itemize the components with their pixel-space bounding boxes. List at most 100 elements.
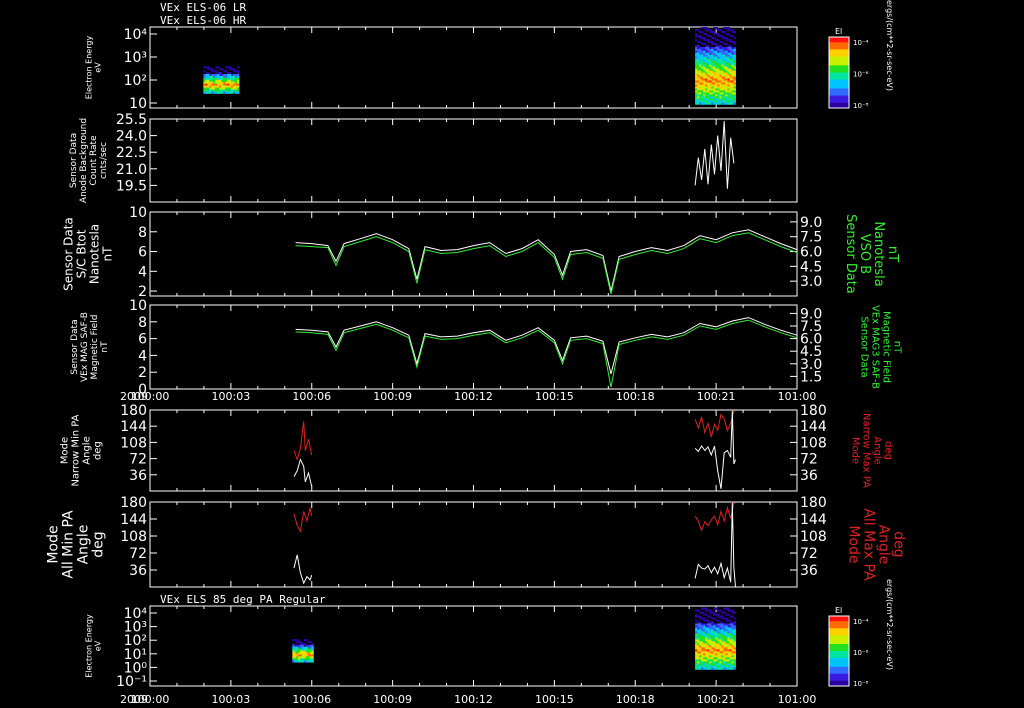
y-axis-label: Sensor Data bbox=[62, 217, 76, 291]
y-axis-label: eV bbox=[94, 62, 103, 73]
x-tick-label: 100:12 bbox=[454, 693, 493, 706]
y-tick-label: 10⁴ bbox=[124, 27, 148, 43]
y-tick-label-right: 36 bbox=[800, 468, 818, 484]
y-axis-label: Anode Background bbox=[79, 118, 89, 203]
y-tick-label: 144 bbox=[120, 512, 147, 528]
y-tick-label-right: 72 bbox=[800, 452, 818, 468]
y-tick-label-right: 144 bbox=[800, 512, 827, 528]
y-axis-label: Angle bbox=[82, 436, 93, 464]
colorbar-title: El bbox=[835, 606, 842, 615]
heatmap-cell bbox=[733, 42, 736, 46]
y-axis-label: nT bbox=[101, 246, 115, 262]
y-axis-label-right: deg bbox=[883, 441, 894, 460]
heatmap-cell bbox=[733, 611, 736, 614]
y-axis-label: Magnetic Field bbox=[90, 315, 100, 380]
y-tick-label: 36 bbox=[129, 563, 147, 579]
series-line bbox=[694, 410, 736, 489]
y-axis-label-right: Narrow Max PA bbox=[861, 413, 872, 488]
y-axis-label-right: Mode bbox=[846, 525, 862, 563]
x-tick-label: 100:15 bbox=[535, 390, 574, 403]
series-line bbox=[694, 502, 736, 532]
y-tick-label-right: 9.0 bbox=[800, 215, 822, 231]
x-tick-label: 101:00 bbox=[778, 693, 817, 706]
x-tick-label: 100:09 bbox=[373, 390, 412, 403]
y-tick-label: 8 bbox=[138, 225, 147, 241]
y-tick-label-right: 108 bbox=[800, 529, 827, 545]
y-tick-label: 4 bbox=[138, 348, 147, 364]
x-tick-label: 100:06 bbox=[292, 693, 331, 706]
y-axis-label: deg bbox=[91, 531, 107, 557]
colorbar-tick-label: 10⁻⁶ bbox=[853, 649, 869, 657]
x-tick-label: 100:12 bbox=[454, 390, 493, 403]
x-tick-label: 100:03 bbox=[212, 390, 251, 403]
y-axis-label-right: VEx MAG3 SAF-B bbox=[870, 305, 881, 389]
y-tick-label: 10⁻¹ bbox=[116, 674, 147, 690]
series-line bbox=[295, 319, 798, 388]
y-axis-label-right: All Max PA bbox=[861, 508, 877, 581]
y-tick-label: 10³ bbox=[124, 50, 147, 66]
y-tick-label-right: 144 bbox=[800, 419, 827, 435]
y-axis-label-right: VSO B bbox=[857, 234, 872, 274]
y-tick-label: 10 bbox=[129, 96, 147, 112]
x-tick-label: 100:09 bbox=[373, 693, 412, 706]
y-tick-label-right: 1.5 bbox=[800, 369, 822, 385]
heatmap-cell bbox=[733, 30, 736, 34]
x-tick-label: 100:03 bbox=[212, 693, 251, 706]
y-axis-label: All Min PA bbox=[61, 510, 77, 579]
series-line bbox=[293, 421, 313, 462]
series-line bbox=[293, 507, 313, 533]
y-tick-label: 25.5 bbox=[116, 112, 147, 128]
y-tick-label: 24.0 bbox=[116, 129, 147, 145]
heatmap-1 bbox=[203, 27, 736, 105]
panel-frame-3 bbox=[149, 211, 798, 297]
multi-panel-plot: 10⁴10³10²10Electron Energy eVEl10⁻⁴10⁻⁶10… bbox=[46, 0, 907, 706]
heatmap-cell bbox=[236, 91, 240, 94]
heatmap-cell bbox=[236, 66, 240, 69]
y-tick-label: 6 bbox=[138, 245, 147, 261]
y-axis-label: Narrow Min PA bbox=[71, 414, 82, 486]
x-tick-label: 100:06 bbox=[292, 390, 331, 403]
y-tick-label-right: 180 bbox=[800, 403, 827, 419]
series-line bbox=[295, 229, 798, 292]
heatmap-cell bbox=[733, 617, 736, 620]
y-tick-label: 21.0 bbox=[116, 162, 147, 178]
y-axis-label-right: Mode bbox=[850, 437, 861, 464]
series-line bbox=[293, 554, 313, 585]
heatmap-7 bbox=[292, 607, 736, 670]
panel-frame-6 bbox=[149, 501, 798, 588]
panel-frame-2 bbox=[149, 118, 798, 203]
colorbar-tick-label: 10⁻⁸ bbox=[853, 102, 869, 110]
y-axis-label-right: Sensor Data bbox=[843, 214, 858, 294]
x-tick-label: 100:15 bbox=[535, 693, 574, 706]
y-axis-label: Count Rate bbox=[89, 135, 99, 186]
y-tick-label: 180 bbox=[120, 403, 147, 419]
y-axis-label: nT bbox=[100, 341, 110, 353]
y-axis-label-right: deg bbox=[891, 531, 907, 557]
y-tick-label: 10 bbox=[129, 298, 147, 314]
y-axis-label: Mode bbox=[60, 437, 71, 464]
y-axis-label: VEx MAG SAF-B bbox=[80, 312, 90, 382]
y-axis-label: Electron Energy bbox=[85, 614, 94, 678]
y-tick-label: 180 bbox=[120, 495, 147, 511]
y-tick-label-right: 7.5 bbox=[800, 230, 822, 246]
y-tick-label: 8 bbox=[138, 315, 147, 331]
y-axis-label-right: Sensor Data bbox=[859, 316, 870, 377]
y-tick-label: 2 bbox=[138, 365, 147, 381]
y-axis-label: deg bbox=[93, 441, 104, 460]
y-axis-label: Nanotesla bbox=[88, 224, 102, 284]
y-axis-label-right: Magnetic Field bbox=[881, 311, 892, 383]
colorbar-units: ergs/(cm**2-sr-sec-eV) bbox=[885, 0, 894, 91]
y-axis-label: S/C Btot bbox=[75, 229, 89, 278]
series-line bbox=[293, 458, 313, 487]
y-tick-label: 10² bbox=[124, 73, 147, 89]
y-axis-label: Mode bbox=[46, 525, 62, 563]
colorbar-units: ergs/(cm**2-sr-sec-eV) bbox=[885, 579, 894, 670]
heatmap-cell bbox=[311, 660, 314, 663]
panel-frame-4 bbox=[149, 304, 798, 390]
y-axis-label: eV bbox=[94, 640, 103, 651]
colorbar-title: El bbox=[835, 27, 842, 36]
heatmap-cell bbox=[733, 36, 736, 40]
y-tick-label: 36 bbox=[129, 468, 147, 484]
y-axis-label: Sensor Data bbox=[69, 133, 79, 188]
x-tick-label: 100:21 bbox=[697, 693, 736, 706]
